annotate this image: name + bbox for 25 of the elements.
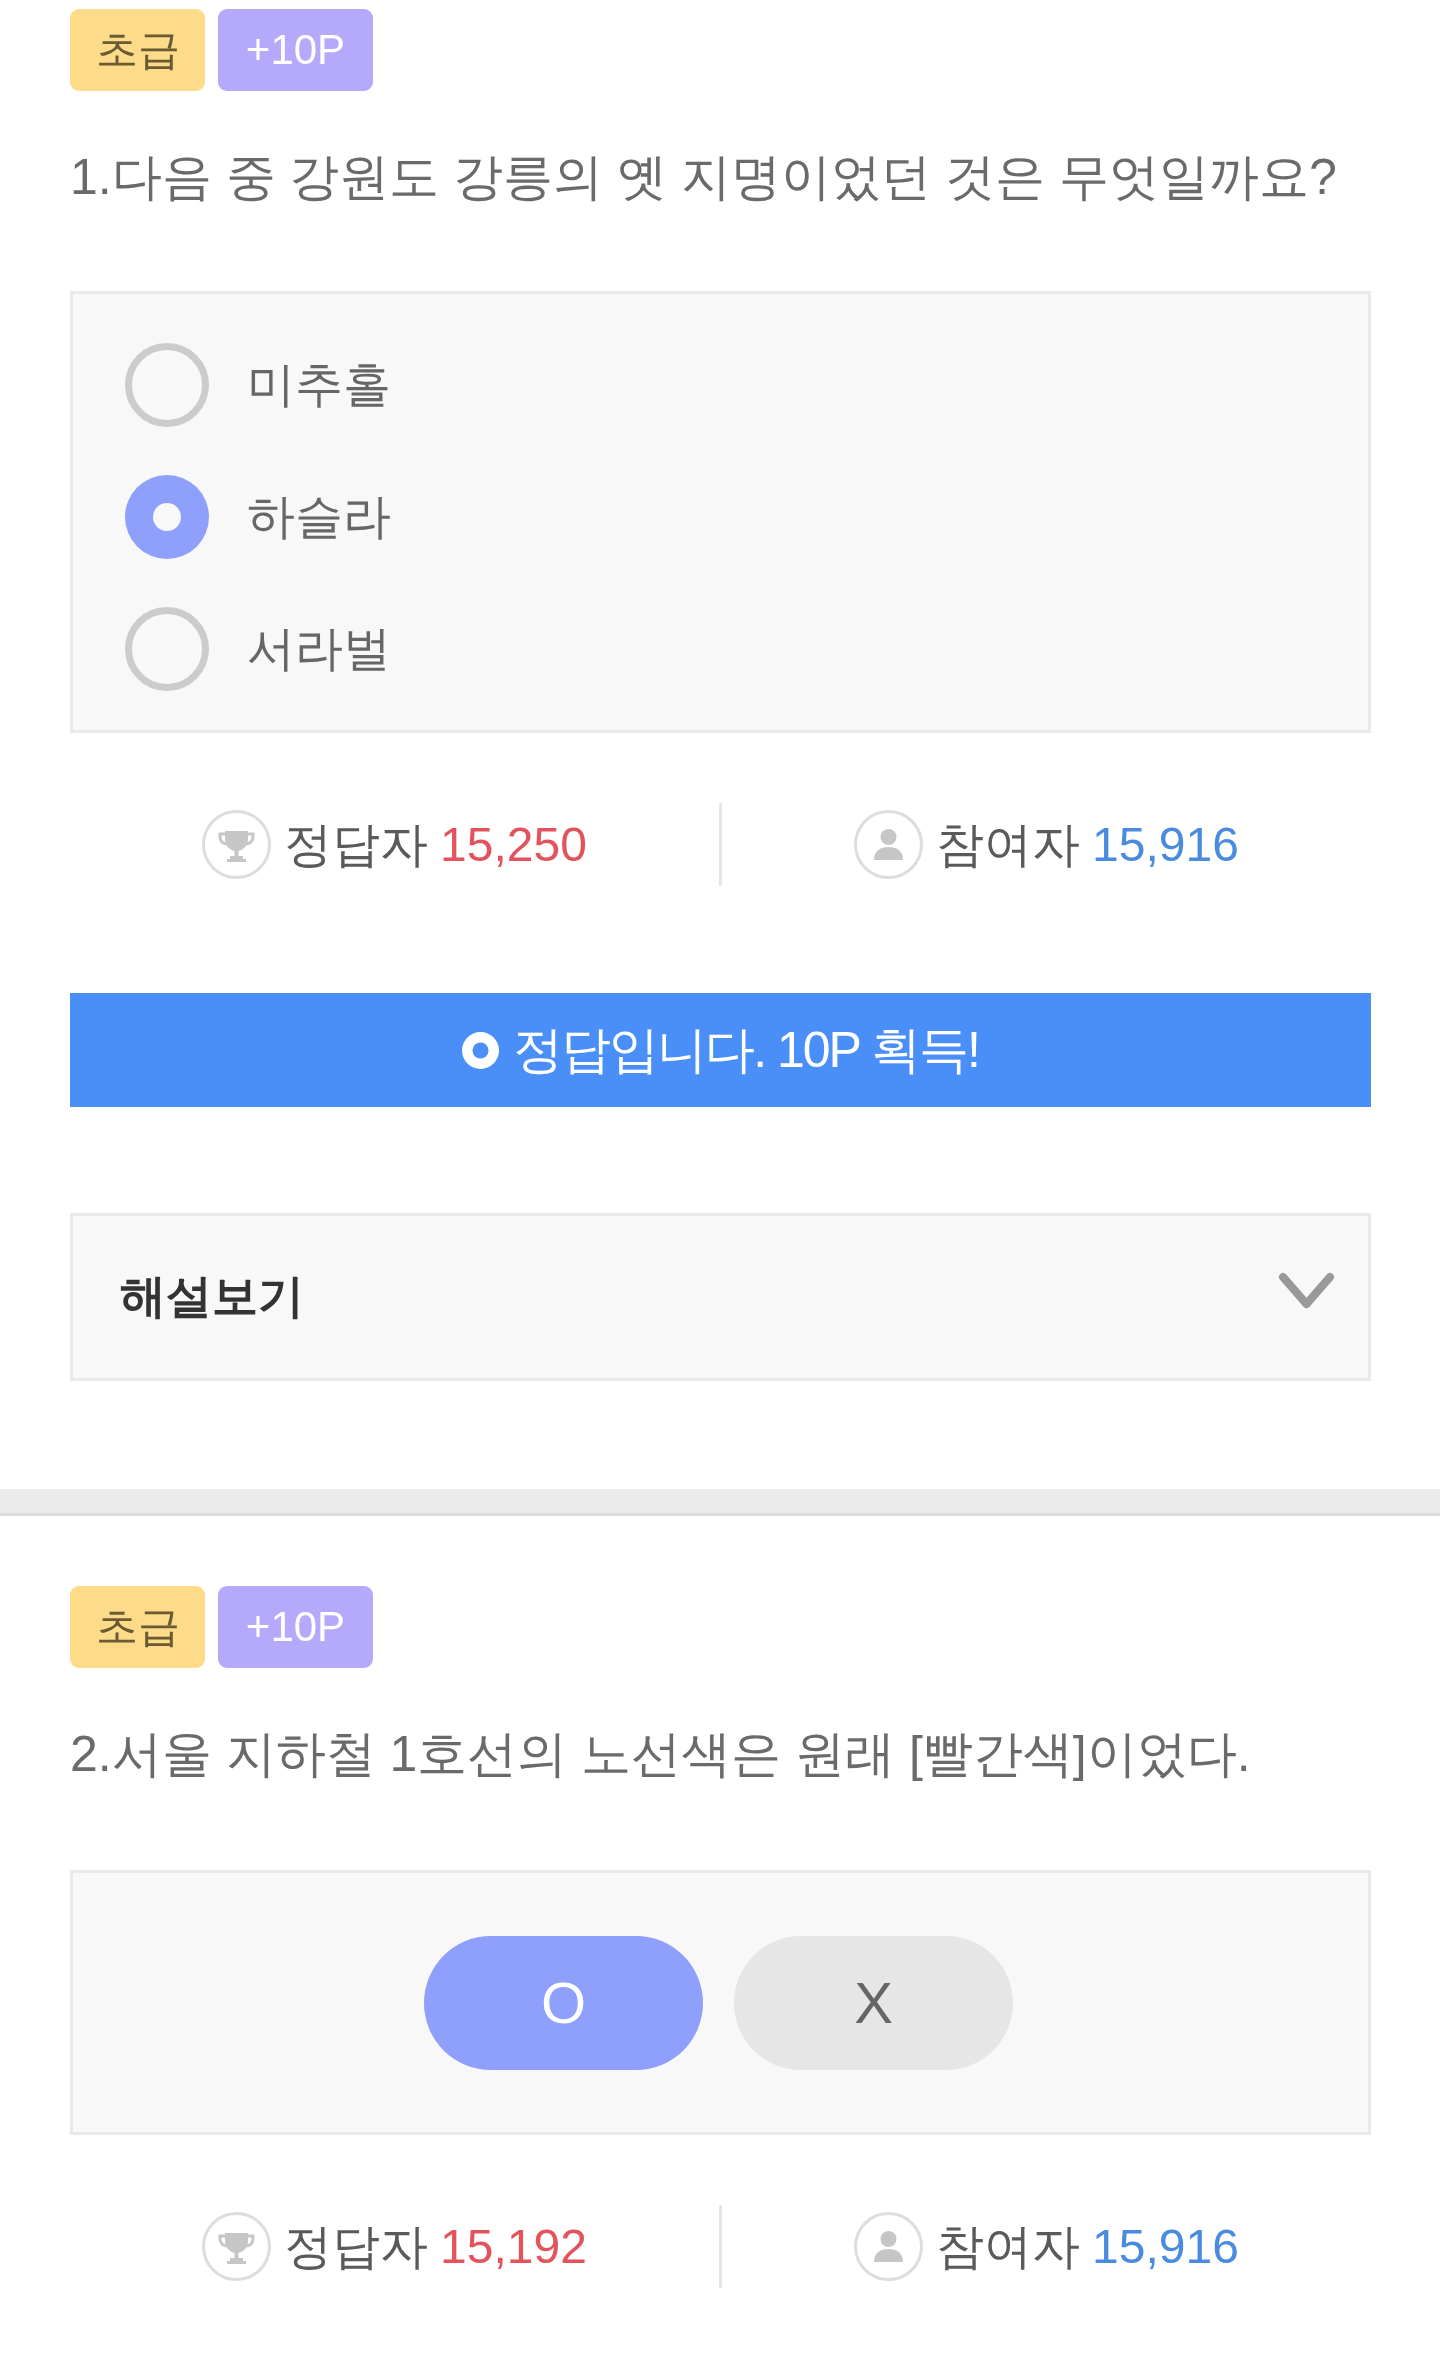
stat-label: 참여자: [936, 2218, 1081, 2275]
ring-icon: [462, 1031, 500, 1069]
answer-option[interactable]: 미추홀: [125, 319, 391, 451]
stat-count: 15,250: [440, 816, 587, 873]
result-text: 정답입니다. 10P 획득!: [513, 1021, 979, 1080]
person-icon: [854, 810, 924, 879]
level-badge: 초급: [70, 9, 205, 91]
level-badge: 초급: [70, 1586, 205, 1668]
stat-count: 15,192: [440, 2218, 587, 2275]
person-icon: [854, 2212, 924, 2281]
stat-count: 15,916: [1092, 2218, 1239, 2275]
answer-option[interactable]: 하슬라: [125, 451, 391, 583]
answer-button[interactable]: X: [734, 1935, 1013, 2070]
points-badge: +10P: [218, 9, 373, 91]
question-text: 1.다음 중 강원도 강릉의 옛 지명이었던 것은 무엇일까요?: [70, 148, 1338, 207]
trophy-icon: [202, 2212, 272, 2281]
answer-option[interactable]: 서라벌: [125, 583, 391, 715]
stat-label: 정답자: [284, 2218, 429, 2275]
stat-count: 15,916: [1092, 816, 1239, 873]
stat-label: 정답자: [284, 816, 429, 873]
explanation-toggle[interactable]: 해설보기: [70, 1213, 1371, 1381]
stat-label: 참여자: [936, 816, 1081, 873]
points-badge: +10P: [218, 1586, 373, 1668]
question-text: 2.서울 지하철 1호선의 노선색은 원래 [빨간색]이었다.: [70, 1725, 1252, 1784]
trophy-icon: [202, 810, 272, 879]
